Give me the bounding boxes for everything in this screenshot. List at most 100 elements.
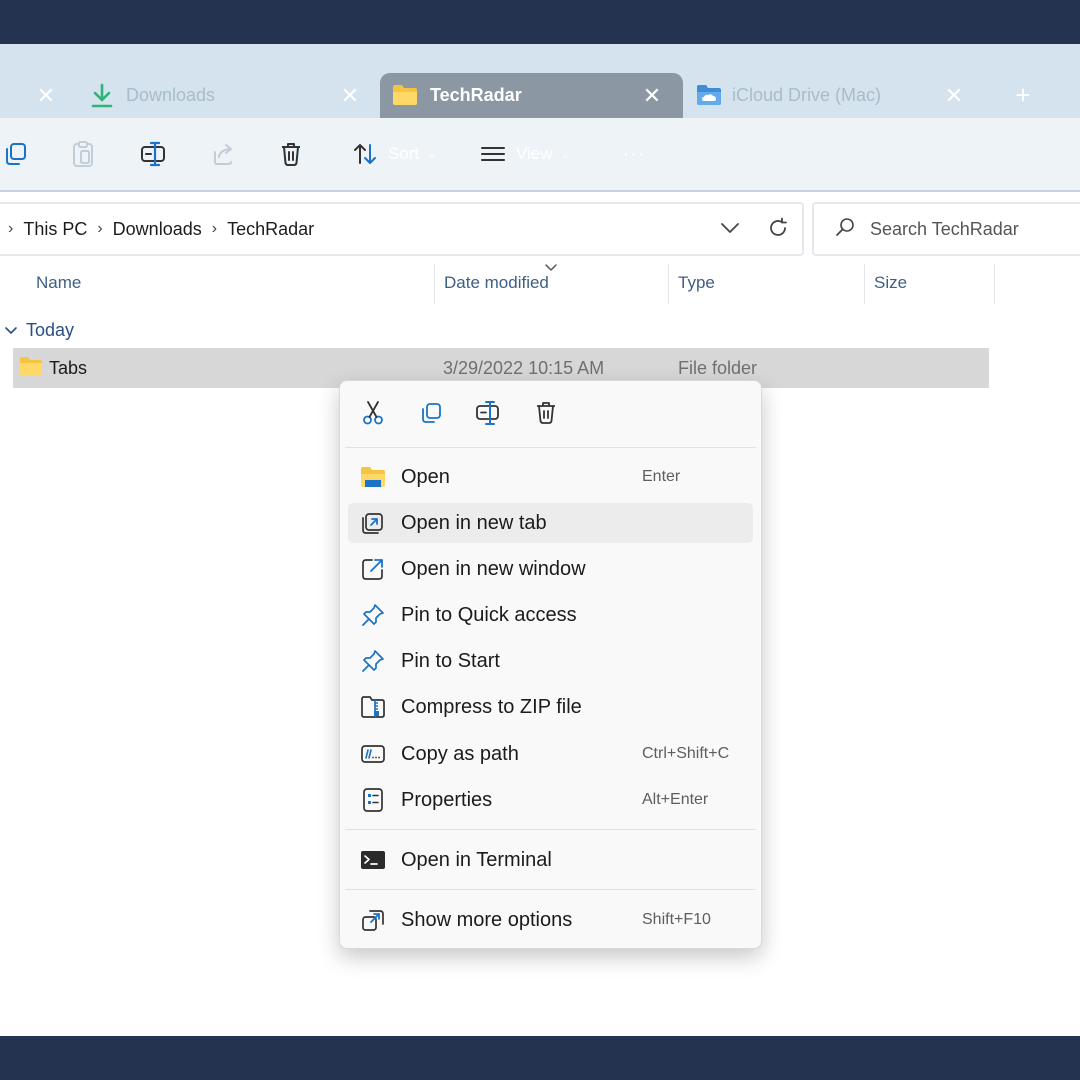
breadcrumb: › This PC › Downloads › TechRadar xyxy=(8,204,314,254)
menu-item-shortcut: Enter xyxy=(642,468,681,485)
delete-button[interactable] xyxy=(526,395,566,435)
menu-item-open-in-terminal[interactable]: Open in Terminal xyxy=(348,840,753,880)
copy-icon xyxy=(2,141,28,167)
pin-icon xyxy=(360,602,386,628)
menu-item-shortcut: Shift+F10 xyxy=(642,911,711,928)
copy-button[interactable] xyxy=(0,134,30,174)
menu-item-shortcut: Ctrl+Shift+C xyxy=(642,745,730,762)
tab-downloads[interactable]: Downloads ✕ xyxy=(80,73,370,118)
tab-close-icon[interactable]: ✕ xyxy=(942,83,966,109)
icloud-folder-icon xyxy=(696,84,722,111)
search-input[interactable] xyxy=(870,216,1070,242)
chevron-down-icon: ⌄ xyxy=(427,148,437,161)
breadcrumb-separator: › xyxy=(211,220,218,237)
menu-item-label: Open in new window xyxy=(401,557,586,580)
tab-close-icon[interactable]: ✕ xyxy=(640,83,664,109)
address-history-button[interactable] xyxy=(716,216,744,244)
column-divider[interactable] xyxy=(994,264,995,304)
tab-close-icon[interactable]: ✕ xyxy=(34,73,58,118)
menu-divider xyxy=(345,447,756,448)
tab-techradar[interactable]: TechRadar ✕ xyxy=(380,73,683,118)
folder-icon xyxy=(392,84,418,111)
address-bar[interactable]: › This PC › Downloads › TechRadar xyxy=(0,202,804,256)
column-header-name[interactable]: Name xyxy=(36,262,81,304)
menu-item-label: Pin to Quick access xyxy=(401,603,577,626)
paste-button[interactable] xyxy=(66,134,100,174)
menu-item-open-in-new-window[interactable]: Open in new window xyxy=(348,549,753,589)
breadcrumb-item-this-pc[interactable]: This PC xyxy=(23,219,87,240)
view-label: View xyxy=(516,144,553,163)
zip-icon xyxy=(360,694,386,720)
rename-button[interactable] xyxy=(136,134,170,174)
more-options-icon xyxy=(360,907,386,933)
group-label: Today xyxy=(26,319,75,340)
menu-item-label: Copy as path xyxy=(401,742,519,765)
share-icon xyxy=(210,141,236,167)
delete-icon xyxy=(279,141,303,167)
paste-icon xyxy=(70,140,96,168)
cut-button[interactable] xyxy=(353,395,393,435)
view-list-icon xyxy=(480,143,506,165)
view-button[interactable]: View ⌄ xyxy=(480,134,580,174)
download-icon xyxy=(90,83,114,114)
tab-label: iCloud Drive (Mac) xyxy=(732,85,882,105)
menu-item-show-more-options[interactable]: Show more options Shift+F10 xyxy=(348,900,753,940)
menu-item-pin-to-start[interactable]: Pin to Start xyxy=(348,641,753,681)
tab-strip: ✕ Downloads ✕ TechRadar ✕ iCloud Drive (… xyxy=(0,44,1080,118)
rename-button[interactable] xyxy=(468,395,508,435)
rename-icon xyxy=(475,400,501,430)
menu-item-pin-to-quick-access[interactable]: Pin to Quick access xyxy=(348,595,753,635)
column-divider[interactable] xyxy=(864,264,865,304)
chevron-down-icon: ⌄ xyxy=(560,148,570,161)
menu-divider xyxy=(345,889,756,890)
new-tab-button[interactable]: + xyxy=(1008,73,1038,118)
menu-item-open[interactable]: Open Enter xyxy=(348,457,753,497)
cut-icon xyxy=(361,400,385,431)
command-bar: Sort ⌄ View ⌄ ··· xyxy=(0,118,1080,192)
delete-button[interactable] xyxy=(274,134,308,174)
copy-button[interactable] xyxy=(411,395,451,435)
column-header-size[interactable]: Size xyxy=(874,262,907,304)
column-divider[interactable] xyxy=(434,264,435,304)
folder-icon xyxy=(19,356,49,381)
properties-icon xyxy=(360,787,386,813)
screen-frame-bottom xyxy=(0,1036,1080,1080)
menu-item-shortcut: Alt+Enter xyxy=(642,791,709,808)
menu-item-compress-to-zip[interactable]: Compress to ZIP file xyxy=(348,687,753,727)
menu-item-label: Properties xyxy=(401,788,493,811)
breadcrumb-item-techradar[interactable]: TechRadar xyxy=(227,219,314,240)
menu-item-open-in-new-tab[interactable]: Open in new tab xyxy=(348,503,753,543)
sort-button[interactable]: Sort ⌄ xyxy=(352,134,448,174)
menu-item-properties[interactable]: Properties Alt+Enter xyxy=(348,780,753,820)
sort-label: Sort xyxy=(388,144,420,163)
breadcrumb-separator: › xyxy=(97,220,103,237)
tab-close-icon[interactable]: ✕ xyxy=(338,83,362,109)
new-window-icon xyxy=(360,556,386,582)
context-menu: Open Enter Open in new tab Open in new w… xyxy=(339,380,762,949)
refresh-button[interactable] xyxy=(764,216,792,244)
new-tab-icon xyxy=(360,510,386,536)
pin-icon xyxy=(360,648,386,674)
tab-label: TechRadar xyxy=(430,85,522,105)
column-divider[interactable] xyxy=(668,264,669,304)
menu-item-copy-as-path[interactable]: Copy as path Ctrl+Shift+C xyxy=(348,734,753,774)
tab-icloud-drive[interactable]: iCloud Drive (Mac) ✕ xyxy=(690,73,980,118)
column-header-type[interactable]: Type xyxy=(678,262,715,304)
share-button[interactable] xyxy=(206,134,240,174)
column-header-date-modified[interactable]: Date modified xyxy=(444,262,549,304)
folder-open-icon xyxy=(360,464,386,490)
sort-icon xyxy=(352,141,378,167)
file-name: Tabs xyxy=(49,357,88,378)
search-icon xyxy=(834,216,856,243)
more-options-button[interactable]: ··· xyxy=(614,134,654,174)
breadcrumb-item-downloads[interactable]: Downloads xyxy=(113,219,202,240)
group-header-today[interactable]: Today xyxy=(4,316,74,344)
terminal-icon xyxy=(360,847,386,873)
delete-icon xyxy=(535,401,557,430)
menu-item-label: Show more options xyxy=(401,908,573,931)
search-box[interactable] xyxy=(812,202,1080,256)
breadcrumb-separator: › xyxy=(8,220,14,237)
menu-item-label: Open in new tab xyxy=(401,511,547,534)
menu-divider xyxy=(345,829,756,830)
menu-item-label: Open xyxy=(401,465,450,488)
